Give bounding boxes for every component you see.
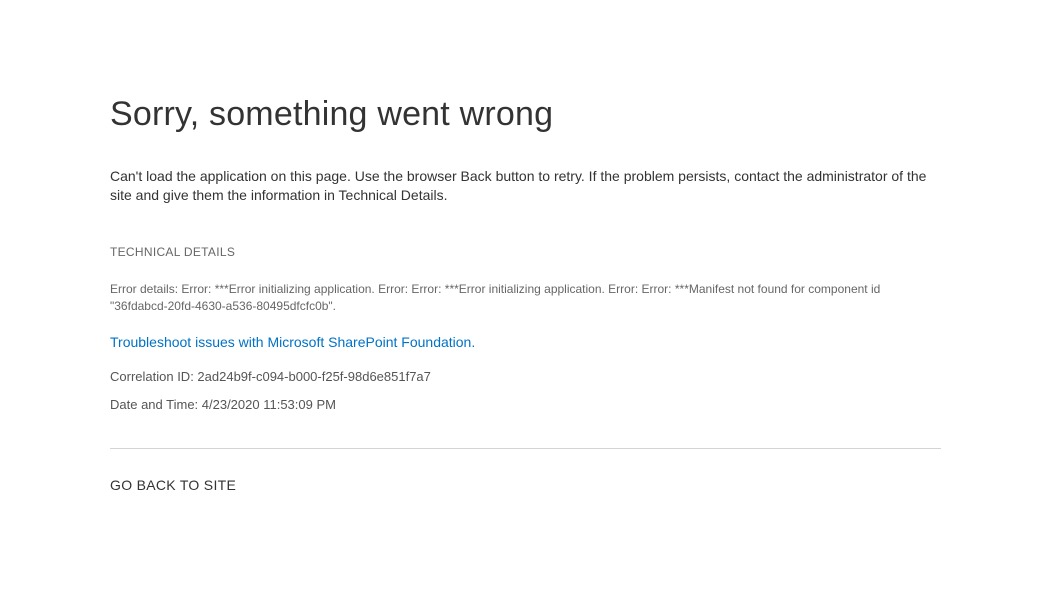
divider (110, 448, 941, 449)
troubleshoot-link[interactable]: Troubleshoot issues with Microsoft Share… (110, 334, 475, 350)
correlation-id-line: Correlation ID: 2ad24b9f-c094-b000-f25f-… (110, 369, 941, 384)
technical-details-label: TECHNICAL DETAILS (110, 245, 941, 259)
error-details-text: Error details: Error: ***Error initializ… (110, 281, 941, 315)
error-title: Sorry, something went wrong (110, 95, 941, 134)
datetime-line: Date and Time: 4/23/2020 11:53:09 PM (110, 397, 941, 412)
error-page-container: Sorry, something went wrong Can't load t… (0, 0, 1053, 495)
error-message: Can't load the application on this page.… (110, 167, 941, 205)
go-back-to-site-link[interactable]: GO BACK TO SITE (110, 477, 236, 493)
